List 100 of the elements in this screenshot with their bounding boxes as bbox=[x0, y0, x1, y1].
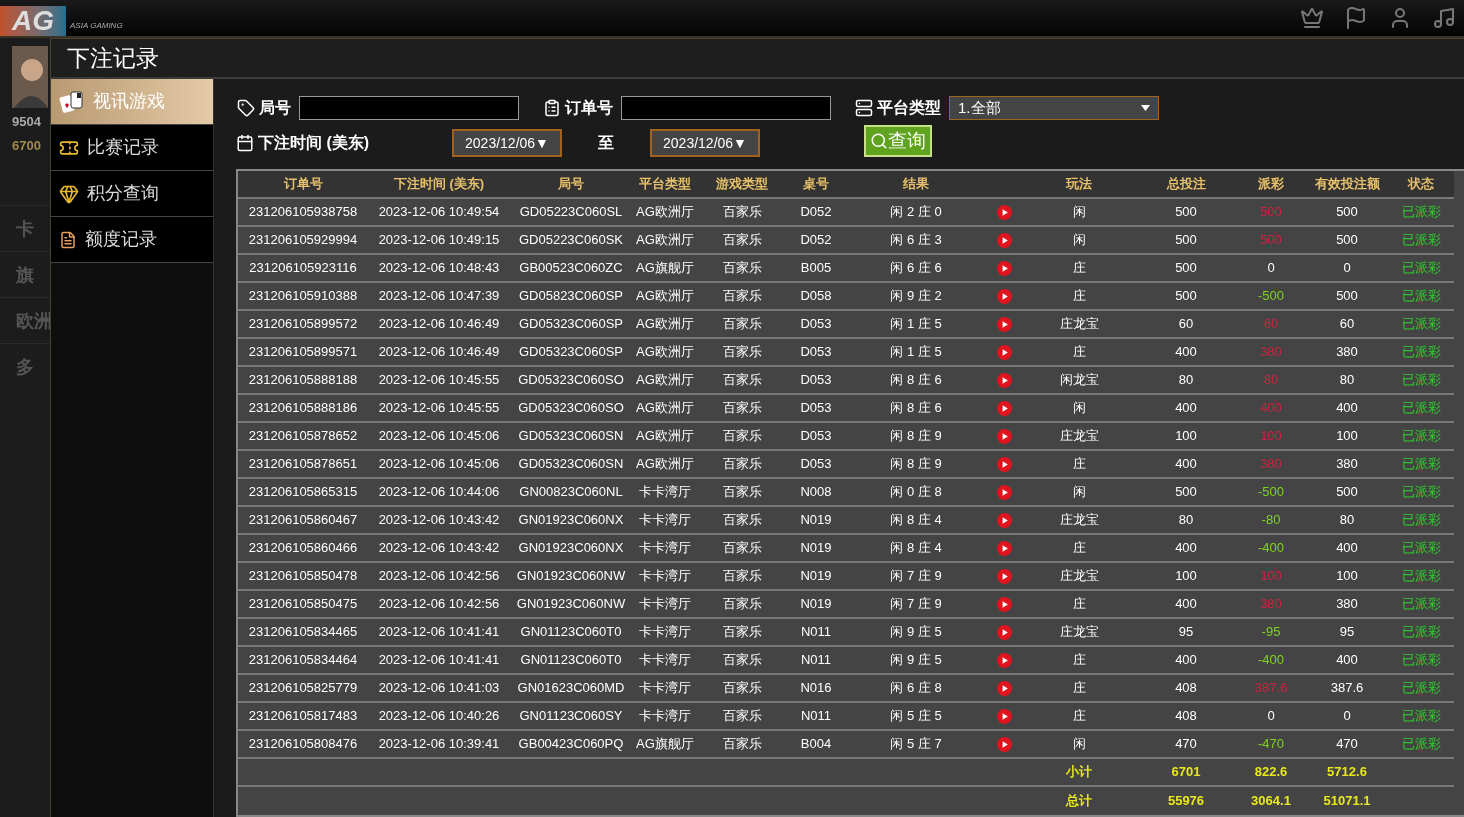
table-cell: 60 bbox=[1306, 310, 1388, 338]
table-cell: 231206105923116 bbox=[238, 254, 368, 282]
play-icon[interactable] bbox=[996, 233, 1012, 249]
table-cell: 闲 9 庄 2 bbox=[846, 282, 986, 310]
play-icon[interactable] bbox=[996, 653, 1012, 669]
play-icon[interactable] bbox=[996, 681, 1012, 697]
table-cell: GN01123C060SY bbox=[510, 702, 632, 730]
table-cell: 231206105850478 bbox=[238, 562, 368, 590]
table-cell: 231206105825779 bbox=[238, 674, 368, 702]
table-cell: 231206105888188 bbox=[238, 366, 368, 394]
table-cell: 百家乐 bbox=[698, 478, 786, 506]
play-icon[interactable] bbox=[996, 261, 1012, 277]
play-icon[interactable] bbox=[996, 429, 1012, 445]
crown-icon[interactable] bbox=[1300, 6, 1324, 30]
summary-cell: 3064.1 bbox=[1236, 786, 1306, 814]
table-cell: 231206105878652 bbox=[238, 422, 368, 450]
play-icon[interactable] bbox=[996, 205, 1012, 221]
table-cell: D053 bbox=[786, 450, 846, 478]
payout-cell: -500 bbox=[1236, 282, 1306, 310]
table-cell: 2023-12-06 10:43:42 bbox=[368, 534, 510, 562]
play-icon[interactable] bbox=[996, 513, 1012, 529]
date-from-field[interactable]: 2023/12/06▼ bbox=[452, 129, 562, 157]
table-cell: GD05223C060SK bbox=[510, 226, 632, 254]
table-cell: AG欧洲厅 bbox=[632, 450, 698, 478]
table-cell: 400 bbox=[1136, 590, 1236, 618]
table-cell: 闲 6 庄 6 bbox=[846, 254, 986, 282]
table-cell: 500 bbox=[1306, 198, 1388, 226]
music-icon[interactable] bbox=[1432, 6, 1456, 30]
play-icon[interactable] bbox=[996, 289, 1012, 305]
play-icon[interactable] bbox=[996, 485, 1012, 501]
status-cell: 已派彩 bbox=[1388, 310, 1454, 338]
table-cell: GB00423C060PQ bbox=[510, 730, 632, 758]
date-to-field[interactable]: 2023/12/06▼ bbox=[650, 129, 760, 157]
sidebar-tab[interactable]: 额度记录 bbox=[51, 217, 213, 263]
table-cell: 2023-12-06 10:46:49 bbox=[368, 338, 510, 366]
table-cell: GN01923C060NX bbox=[510, 534, 632, 562]
table-cell: 卡卡湾厅 bbox=[632, 478, 698, 506]
table-cell: 500 bbox=[1136, 254, 1236, 282]
table-cell: 百家乐 bbox=[698, 618, 786, 646]
play-icon[interactable] bbox=[996, 597, 1012, 613]
table-cell: 400 bbox=[1136, 394, 1236, 422]
table-cell: 卡卡湾厅 bbox=[632, 562, 698, 590]
table-cell: 231206105834465 bbox=[238, 618, 368, 646]
play-icon[interactable] bbox=[996, 345, 1012, 361]
play-icon[interactable] bbox=[996, 625, 1012, 641]
table-cell: 闲 5 庄 5 bbox=[846, 702, 986, 730]
table-cell: 百家乐 bbox=[698, 674, 786, 702]
table-cell: 闲 8 庄 4 bbox=[846, 534, 986, 562]
table-cell: GD05323C060SN bbox=[510, 450, 632, 478]
column-header: 平台类型 bbox=[639, 176, 691, 192]
payout-cell: 500 bbox=[1236, 226, 1306, 254]
table-cell: 231206105860467 bbox=[238, 506, 368, 534]
table-cell: 400 bbox=[1306, 394, 1388, 422]
payout-cell: -95 bbox=[1236, 618, 1306, 646]
play-icon[interactable] bbox=[996, 569, 1012, 585]
dropdown-caret-icon bbox=[1141, 105, 1150, 111]
table-cell: 闲 5 庄 7 bbox=[846, 730, 986, 758]
table-cell: 2023-12-06 10:41:03 bbox=[368, 674, 510, 702]
play-icon[interactable] bbox=[996, 457, 1012, 473]
play-icon[interactable] bbox=[996, 401, 1012, 417]
order-input[interactable] bbox=[621, 96, 831, 120]
platform-select[interactable]: 1.全部 bbox=[949, 96, 1159, 120]
play-icon[interactable] bbox=[996, 541, 1012, 557]
table-cell: 231206105865315 bbox=[238, 478, 368, 506]
summary-label: 小计 bbox=[1022, 758, 1136, 786]
table-cell: 卡卡湾厅 bbox=[632, 534, 698, 562]
table-cell: N011 bbox=[786, 702, 846, 730]
table-cell: 2023-12-06 10:49:15 bbox=[368, 226, 510, 254]
table-cell: 2023-12-06 10:41:41 bbox=[368, 618, 510, 646]
play-icon[interactable] bbox=[996, 709, 1012, 725]
table-cell: 80 bbox=[1136, 366, 1236, 394]
table-cell: 百家乐 bbox=[698, 450, 786, 478]
table-cell: 2023-12-06 10:44:06 bbox=[368, 478, 510, 506]
table-cell: 闲 7 庄 9 bbox=[846, 562, 986, 590]
play-icon[interactable] bbox=[996, 373, 1012, 389]
table-cell: GD05323C060SN bbox=[510, 422, 632, 450]
table-cell: GN00823C060NL bbox=[510, 478, 632, 506]
table-cell: 470 bbox=[1306, 730, 1388, 758]
column-header: 游戏类型 bbox=[716, 176, 768, 192]
summary-cell: 5712.6 bbox=[1306, 758, 1388, 786]
table-cell: 庄龙宝 bbox=[1022, 422, 1136, 450]
table-cell: 闲 9 庄 5 bbox=[846, 618, 986, 646]
sidebar-tab[interactable]: 比赛记录 bbox=[51, 125, 213, 171]
table-cell: N019 bbox=[786, 506, 846, 534]
play-icon[interactable] bbox=[996, 737, 1012, 753]
clipboard-icon bbox=[543, 99, 561, 117]
table-cell: 408 bbox=[1136, 702, 1236, 730]
table-cell: 庄 bbox=[1022, 646, 1136, 674]
round-input[interactable] bbox=[299, 96, 519, 120]
table-cell: D053 bbox=[786, 422, 846, 450]
table-cell: GD05823C060SP bbox=[510, 282, 632, 310]
flag-icon[interactable] bbox=[1344, 6, 1368, 30]
sidebar-tab[interactable]: 积分查询 bbox=[51, 171, 213, 217]
table-cell: 100 bbox=[1136, 562, 1236, 590]
logo: AG bbox=[0, 6, 66, 36]
table-cell: 2023-12-06 10:45:06 bbox=[368, 450, 510, 478]
play-icon[interactable] bbox=[996, 317, 1012, 333]
table-cell: D052 bbox=[786, 198, 846, 226]
balance-text: 9504 bbox=[11, 113, 42, 131]
table-cell: 2023-12-06 10:46:49 bbox=[368, 310, 510, 338]
